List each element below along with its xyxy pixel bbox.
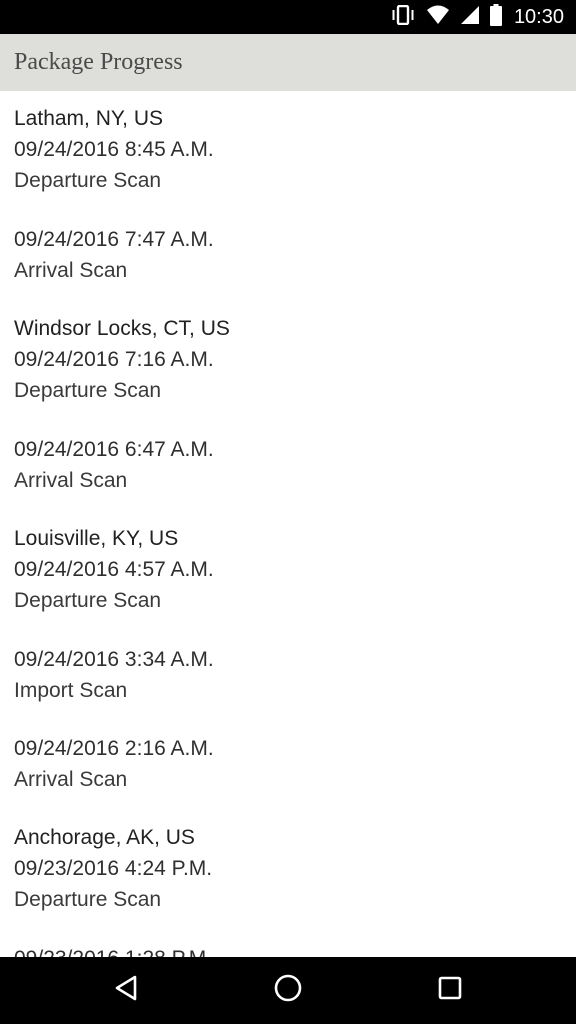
event-datetime: 09/24/2016 2:16 A.M. xyxy=(14,737,214,760)
event-datetime: 09/24/2016 6:47 A.M. xyxy=(14,438,214,461)
home-button[interactable] xyxy=(238,957,338,1024)
signal-icon xyxy=(460,5,480,30)
event-activity: Departure Scan xyxy=(14,379,162,402)
list-item[interactable]: Louisville, KY, US 09/24/2016 4:57 A.M. … xyxy=(14,523,554,616)
tracking-list[interactable]: Latham, NY, US 09/24/2016 8:45 A.M. Depa… xyxy=(0,91,576,957)
app-header: Package Progress xyxy=(0,34,576,91)
event-location: Latham, NY, US xyxy=(14,107,164,130)
status-bar: 10:30 xyxy=(0,0,576,34)
event-datetime: 09/24/2016 7:16 A.M. xyxy=(14,348,214,371)
recents-icon xyxy=(437,975,463,1006)
wifi-icon xyxy=(426,5,450,30)
event-datetime: 09/24/2016 8:45 A.M. xyxy=(14,138,214,161)
vibrate-icon xyxy=(390,4,416,30)
list-item[interactable]: 09/23/2016 1:28 P.M. xyxy=(14,943,554,957)
status-icons: 10:30 xyxy=(380,0,564,34)
list-item[interactable]: Latham, NY, US 09/24/2016 8:45 A.M. Depa… xyxy=(14,103,554,196)
event-activity: Arrival Scan xyxy=(14,259,128,282)
screen: 10:30 Package Progress Latham, NY, US 09… xyxy=(0,0,576,1024)
status-time: 10:30 xyxy=(513,5,564,28)
event-datetime: 09/24/2016 7:47 A.M. xyxy=(14,228,214,251)
event-activity: Arrival Scan xyxy=(14,469,128,492)
event-datetime: 09/24/2016 4:57 A.M. xyxy=(14,558,214,581)
event-activity: Import Scan xyxy=(14,679,128,702)
list-item[interactable]: 09/24/2016 7:47 A.M. Arrival Scan xyxy=(14,224,554,286)
recents-button[interactable] xyxy=(400,957,500,1024)
page-title: Package Progress xyxy=(14,49,183,75)
list-item[interactable]: 09/24/2016 2:16 A.M. Arrival Scan xyxy=(14,733,554,795)
event-datetime: 09/23/2016 1:28 P.M. xyxy=(14,943,554,957)
list-item[interactable]: Windsor Locks, CT, US 09/24/2016 7:16 A.… xyxy=(14,313,554,406)
event-activity: Departure Scan xyxy=(14,169,162,192)
event-location: Louisville, KY, US xyxy=(14,527,179,550)
back-button[interactable] xyxy=(76,957,176,1024)
event-activity: Arrival Scan xyxy=(14,768,128,791)
navigation-bar xyxy=(0,957,576,1024)
home-icon xyxy=(273,973,303,1008)
event-activity: Departure Scan xyxy=(14,589,162,612)
event-datetime: 09/24/2016 3:34 A.M. xyxy=(14,648,214,671)
list-item[interactable]: Anchorage, AK, US 09/23/2016 4:24 P.M. D… xyxy=(14,822,554,915)
list-item[interactable]: 09/24/2016 6:47 A.M. Arrival Scan xyxy=(14,434,554,496)
event-datetime: 09/23/2016 4:24 P.M. xyxy=(14,857,213,880)
list-item[interactable]: 09/24/2016 3:34 A.M. Import Scan xyxy=(14,644,554,706)
back-icon xyxy=(113,974,139,1007)
event-location: Anchorage, AK, US xyxy=(14,826,195,849)
event-location: Windsor Locks, CT, US xyxy=(14,317,230,340)
event-activity: Departure Scan xyxy=(14,888,162,911)
battery-icon xyxy=(489,3,502,31)
